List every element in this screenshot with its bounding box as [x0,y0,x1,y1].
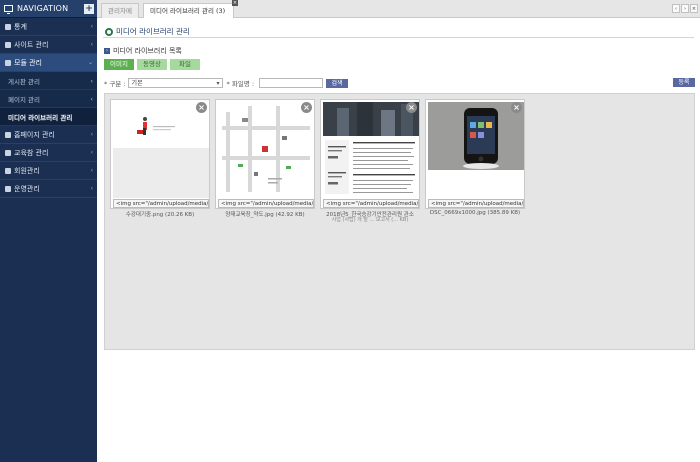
media-type-tabs: 이미지 동영상 파일 [104,59,200,70]
sidebar-subitem-label: 게시판 관리 [8,77,40,86]
embed-code-field[interactable]: <img src="/admin/upload/media/i [428,199,524,208]
media-gallery: × <img src="/admin/upload/media/i 수강대기중.… [104,93,695,350]
category-label: * 구분 : [104,80,126,88]
media-filename: 양재교육장_약도.jpg (42.92 KB) [225,212,305,218]
media-card: × <img src="/admin/upload/media/2 [320,99,420,209]
app-window: NAVIGATION + 통계 ‹ 사이트 관리 ‹ 모듈 관리 ⌄ 게시판 관… [0,0,700,462]
media-filename: 수강대기중.png (20.26 KB) [125,212,195,218]
media-item[interactable]: × <img src="/admin/upload/media/i 수강대기중.… [110,99,210,220]
sidebar-item-members[interactable]: 회원관리 ‹ [0,162,97,180]
page-title-text: 미디어 라이브러리 관리 [116,27,190,36]
sidebar-item-label: 홈페이지 관리 [14,130,55,139]
sidebar-item-module[interactable]: 모듈 관리 ⌄ [0,54,97,72]
tab-image[interactable]: 이미지 [104,59,134,70]
sidebar-item-label: 교육참 관리 [14,148,49,157]
tab-admin-main[interactable]: 관리자메인 [101,3,139,30]
media-card: × <img src="/admin/upload/media/i [425,99,525,209]
sidebar-subitem-label: 페이지 관리 [8,95,40,104]
edit-icon [5,59,11,66]
media-item[interactable]: × <img src="/admin/upload/media/i DSC_06… [425,99,525,220]
media-thumbnail [428,102,524,198]
media-filename: DSC_0669x1000.jpg (385.89 KB) [429,210,521,216]
media-item[interactable]: × <img src="/admin/upload/media/2 2018년5… [320,99,420,223]
page-title: 미디어 라이브러리 관리 [105,26,190,37]
tab-file[interactable]: 파일 [170,59,200,70]
building-icon [5,149,11,156]
home-icon [5,41,11,48]
divider [103,37,694,38]
media-card: × <img src="/admin/upload/media/i [110,99,210,209]
tab-media-library[interactable]: 미디어 라이브러리 관리 (3) [143,3,234,18]
monitor-icon [4,5,13,14]
tab-bar: 관리자메인 미디어 라이브러리 관리 (3) × ‹ › × [97,0,700,30]
section-title: › 미디어 라이브러리 목록 [104,46,182,56]
embed-code-field[interactable]: <img src="/admin/upload/media/i [113,199,209,208]
tab-video[interactable]: 동영상 [137,59,167,70]
section-title-text: 미디어 라이브러리 목록 [113,47,182,55]
sidebar-subitem-page[interactable]: 페이지 관리 ‹ [0,90,97,108]
tab-prev-button[interactable]: ‹ [672,4,680,13]
filename-input[interactable] [259,78,324,88]
sidebar-subitem-board[interactable]: 게시판 관리 ‹ [0,72,97,90]
sidebar-item-label: 회원관리 [14,166,40,175]
gear-icon [5,185,11,192]
sidebar-item-label: 운영관리 [14,184,40,193]
media-card: × <img src="/admin/upload/media/i [215,99,315,209]
chart-icon [5,23,11,30]
sidebar: NAVIGATION + 통계 ‹ 사이트 관리 ‹ 모듈 관리 ⌄ 게시판 관… [0,0,97,462]
media-thumbnail [218,102,314,198]
ring-icon [105,27,113,36]
filename-label: * 파일명 : [226,80,255,88]
chevron-left-icon: ‹ [90,167,93,174]
sidebar-item-homepage[interactable]: 홈페이지 관리 ‹ [0,126,97,144]
sidebar-subitem-label: 미디어 라이브러리 관리 [8,113,73,122]
nav-title: NAVIGATION [17,4,69,13]
media-filename-continued: 사업 (사업) 개 발 ... 보고서 (... KB) [331,217,409,223]
delete-icon[interactable]: × [196,102,207,113]
main-content: 미디어 라이브러리 관리 › 미디어 라이브러리 목록 이미지 동영상 파일 *… [97,18,700,462]
delete-icon[interactable]: × [406,102,417,113]
embed-code-field[interactable]: <img src="/admin/upload/media/i [218,199,314,208]
filter-bar: * 구분 : 기본 * 파일명 : 검색 등록 [104,77,695,89]
close-icon[interactable]: × [232,0,238,6]
search-button[interactable]: 검색 [326,78,349,88]
sidebar-subitem-media[interactable]: 미디어 라이브러리 관리 [0,108,97,126]
sidebar-item-site[interactable]: 사이트 관리 ‹ [0,36,97,54]
add-button[interactable]: + [84,3,94,14]
tab-next-button[interactable]: › [681,4,689,13]
chevron-left-icon: ‹ [90,94,93,103]
media-item[interactable]: × <img src="/admin/upload/media/i 양재교육장_… [215,99,315,220]
media-thumbnail [323,102,419,198]
chevron-left-icon: ‹ [90,185,93,192]
nav-header: NAVIGATION + [0,0,97,18]
category-select[interactable]: 기본 [127,78,223,88]
chevron-right-icon: › [104,48,110,54]
register-button[interactable]: 등록 [673,78,695,87]
chevron-down-icon: ⌄ [87,59,93,66]
chevron-left-icon: ‹ [90,23,93,30]
tab-close-all-button[interactable]: × [690,4,698,13]
sidebar-item-stats[interactable]: 통계 ‹ [0,18,97,36]
embed-code-field[interactable]: <img src="/admin/upload/media/2 [323,199,419,208]
sidebar-item-label: 모듈 관리 [14,58,42,67]
sidebar-item-label: 통계 [14,22,27,31]
chevron-left-icon: ‹ [90,131,93,138]
chevron-left-icon: ‹ [90,41,93,48]
chevron-left-icon: ‹ [90,149,93,156]
delete-icon[interactable]: × [301,102,312,113]
delete-icon[interactable]: × [511,102,522,113]
sidebar-item-operation[interactable]: 운영관리 ‹ [0,180,97,198]
chevron-left-icon: ‹ [90,76,93,85]
media-thumbnail [113,102,209,198]
sidebar-item-education[interactable]: 교육참 관리 ‹ [0,144,97,162]
user-icon [5,167,11,174]
sidebar-item-label: 사이트 관리 [14,40,49,49]
home-icon [5,131,11,138]
